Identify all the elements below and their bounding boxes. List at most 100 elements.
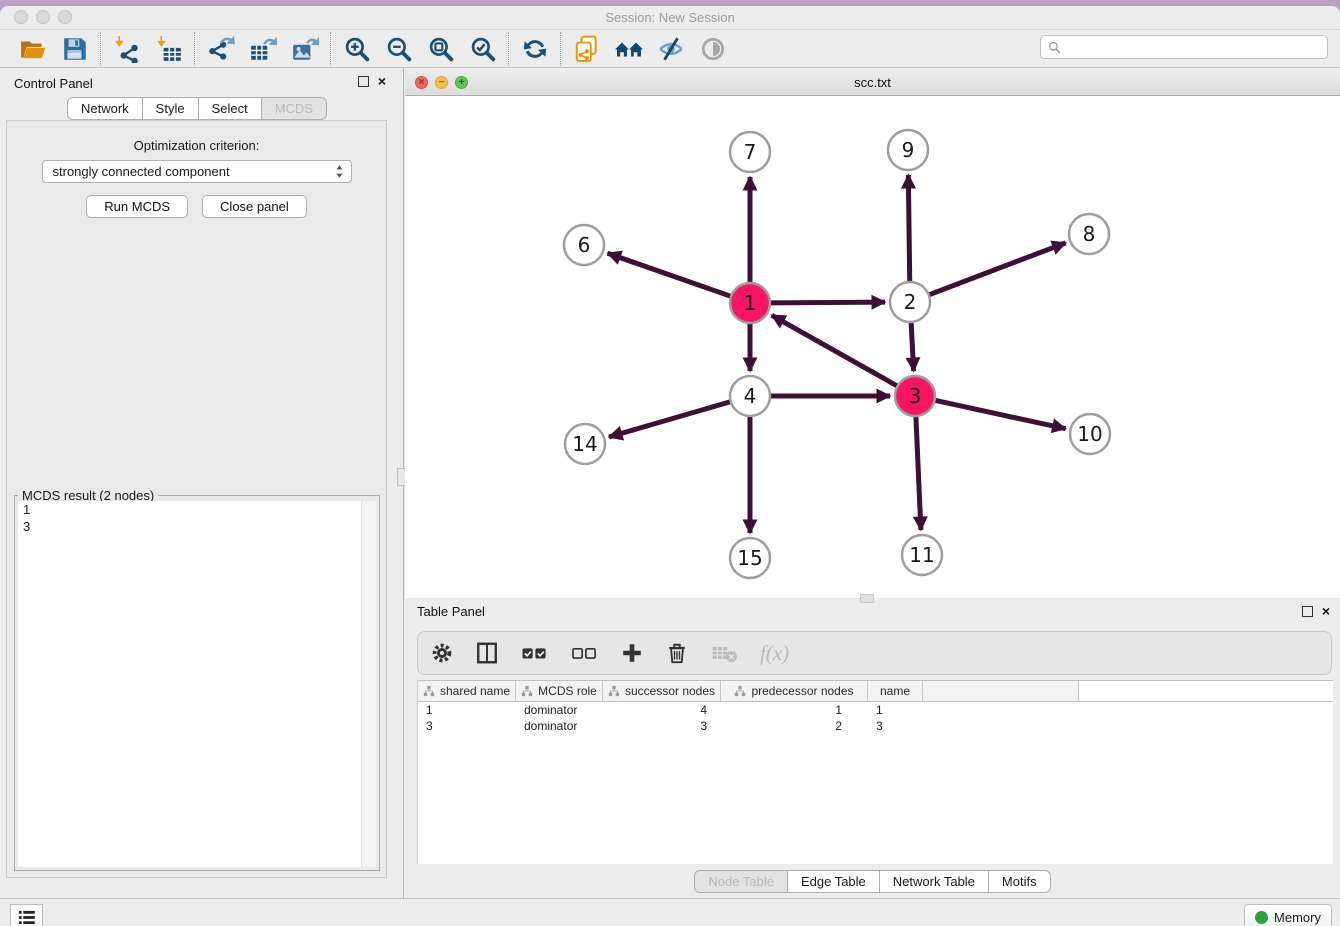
tab-network[interactable]: Network <box>67 97 143 120</box>
cell-successor-nodes[interactable]: 4 <box>603 702 721 718</box>
tab-style[interactable]: Style <box>143 97 199 120</box>
export-table-icon[interactable] <box>248 34 278 64</box>
svg-text:7: 7 <box>744 140 757 164</box>
network-window-title: scc.txt <box>405 70 1340 95</box>
cell-mcds-role[interactable]: dominator <box>516 718 603 734</box>
homes-icon[interactable] <box>614 34 644 64</box>
graph-edge-3-11[interactable] <box>916 417 921 530</box>
graph-node-11[interactable]: 11 <box>902 535 942 575</box>
delete-column-icon[interactable] <box>665 641 689 665</box>
table-close-icon[interactable]: × <box>1322 605 1330 618</box>
network-maximize-icon[interactable]: + <box>455 76 468 89</box>
graph-node-10[interactable]: 10 <box>1070 414 1110 454</box>
main-toolbar <box>0 30 1340 68</box>
split-panel-icon[interactable] <box>475 641 499 665</box>
cell-successor-nodes[interactable]: 3 <box>603 718 721 734</box>
tree-icon <box>521 685 533 697</box>
table-row[interactable]: 3dominator323 <box>418 718 1333 734</box>
graph-edge-3-1[interactable] <box>772 315 897 385</box>
deselect-all-icon[interactable] <box>570 641 599 665</box>
table-float-icon[interactable] <box>1302 606 1313 617</box>
save-session-icon[interactable] <box>60 34 90 64</box>
graph-node-2[interactable]: 2 <box>890 282 930 322</box>
svg-text:9: 9 <box>902 138 915 162</box>
cell-shared-name[interactable]: 1 <box>418 702 516 718</box>
task-history-button[interactable] <box>10 904 43 926</box>
export-network-icon[interactable] <box>206 34 236 64</box>
graph-edge-2-9[interactable] <box>908 175 909 281</box>
cell-shared-name[interactable]: 3 <box>418 718 516 734</box>
graph-edge-2-3[interactable] <box>911 323 914 371</box>
run-mcds-button[interactable]: Run MCDS <box>86 195 188 218</box>
criterion-selected-value: strongly connected component <box>43 164 335 179</box>
table-tab-motifs[interactable]: Motifs <box>989 870 1051 893</box>
table-row[interactable]: 1dominator411 <box>418 702 1333 718</box>
svg-text:14: 14 <box>572 432 597 456</box>
graph-node-8[interactable]: 8 <box>1069 214 1109 254</box>
cell-name[interactable]: 1 <box>868 702 923 718</box>
memory-button[interactable]: Memory <box>1244 904 1332 926</box>
memory-label: Memory <box>1274 910 1321 925</box>
export-image-icon[interactable] <box>290 34 320 64</box>
graph-edge-4-14[interactable] <box>609 402 730 437</box>
float-panel-icon[interactable] <box>358 76 369 87</box>
column-header-shared-name[interactable]: shared name <box>418 681 516 701</box>
graph-node-6[interactable]: 6 <box>564 225 604 265</box>
mcds-result-item[interactable]: 3 <box>18 518 362 535</box>
cell-mcds-role[interactable]: dominator <box>516 702 603 718</box>
import-table-file-icon[interactable] <box>154 34 184 64</box>
add-column-icon[interactable] <box>620 641 644 665</box>
tab-mcds[interactable]: MCDS <box>262 97 327 120</box>
search-icon <box>1041 40 1066 55</box>
open-session-icon[interactable] <box>18 34 48 64</box>
network-canvas[interactable]: 7 9 6 8 1 2 4 3 14 10 15 11 <box>405 96 1340 598</box>
column-header-successor-nodes[interactable]: successor nodes <box>603 681 721 701</box>
zoom-in-icon[interactable] <box>342 34 372 64</box>
svg-text:6: 6 <box>578 233 591 257</box>
cell-predecessor-nodes[interactable]: 2 <box>721 718 868 734</box>
column-header-mcds-role[interactable]: MCDS role <box>516 681 603 701</box>
close-panel-icon[interactable]: × <box>378 75 386 88</box>
mcds-result-groupbox: MCDS result (2 nodes) 13 <box>14 495 380 871</box>
graph-node-3[interactable]: 3 <box>895 376 935 416</box>
graph-node-14[interactable]: 14 <box>565 424 605 464</box>
mcds-result-item[interactable]: 1 <box>18 501 362 518</box>
search-input[interactable] <box>1066 37 1327 57</box>
refresh-layout-icon[interactable] <box>520 34 550 64</box>
graph-node-4[interactable]: 4 <box>730 376 770 416</box>
table-tab-node-table[interactable]: Node Table <box>694 870 788 893</box>
optimization-criterion-select[interactable]: strongly connected component <box>42 160 352 183</box>
table-tab-edge-table[interactable]: Edge Table <box>788 870 880 893</box>
column-header-name[interactable]: name <box>868 681 923 701</box>
clone-network-icon[interactable] <box>572 34 602 64</box>
graph-node-7[interactable]: 7 <box>730 132 770 172</box>
tree-icon <box>423 685 435 697</box>
table-tab-network-table[interactable]: Network Table <box>880 870 989 893</box>
result-scrollbar[interactable] <box>361 501 376 867</box>
network-close-icon[interactable]: × <box>415 76 428 89</box>
cell-predecessor-nodes[interactable]: 1 <box>721 702 868 718</box>
close-panel-button[interactable]: Close panel <box>202 195 307 218</box>
hide-graphics-details-icon[interactable] <box>656 34 686 64</box>
graph-edge-1-2[interactable] <box>771 302 885 303</box>
select-all-icon[interactable] <box>520 641 549 665</box>
cell-name[interactable]: 3 <box>868 718 923 734</box>
graph-edge-2-8[interactable] <box>930 243 1066 295</box>
tab-select[interactable]: Select <box>199 97 262 120</box>
network-minimize-icon[interactable]: − <box>435 76 448 89</box>
graph-node-15[interactable]: 15 <box>730 538 770 578</box>
zoom-out-icon[interactable] <box>384 34 414 64</box>
column-header-predecessor-nodes[interactable]: predecessor nodes <box>721 681 868 701</box>
import-network-file-icon[interactable] <box>112 34 142 64</box>
mcds-result-list: 13 <box>18 501 362 867</box>
zoom-selected-icon[interactable] <box>468 34 498 64</box>
table-header-row: shared nameMCDS rolesuccessor nodesprede… <box>418 680 1333 702</box>
table-panel-header: Table Panel × <box>405 601 1340 625</box>
graph-edge-3-10[interactable] <box>936 400 1066 428</box>
zoom-fit-icon[interactable] <box>426 34 456 64</box>
graph-node-9[interactable]: 9 <box>888 130 928 170</box>
graph-node-1[interactable]: 1 <box>730 283 770 323</box>
graph-edge-1-6[interactable] <box>608 253 731 296</box>
svg-text:15: 15 <box>737 546 762 570</box>
settings-gear-icon[interactable] <box>430 641 454 665</box>
